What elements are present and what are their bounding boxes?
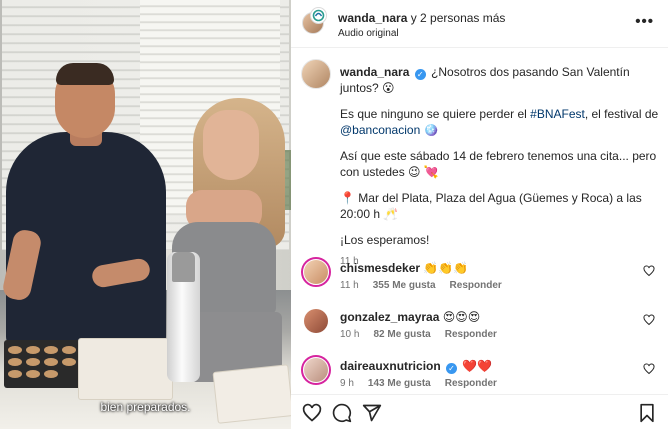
woman-face [203, 110, 259, 180]
author-username[interactable]: wanda_nara [338, 11, 407, 25]
caption-paragraph: , el festival de [584, 107, 659, 121]
comment-avatar[interactable] [301, 306, 331, 336]
author-others[interactable]: y 2 personas más [407, 11, 506, 25]
comments-scroll-area[interactable]: wanda_nara ✓ ¿Nosotros dos pasando San V… [291, 49, 668, 394]
comment-username[interactable]: chismesdeker [340, 261, 420, 275]
share-icon[interactable] [362, 403, 382, 423]
comment-body: ❤️❤️ [462, 359, 493, 373]
caption-paragraph: ¡Los esperamos! [340, 233, 430, 247]
post-panel: wanda_nara y 2 personas más Audio origin… [291, 0, 668, 429]
comment-likes[interactable]: 82 Me gusta [373, 329, 430, 340]
like-comment-heart-icon[interactable] [643, 314, 655, 326]
comment-icon[interactable] [332, 403, 352, 423]
more-horizontal-icon[interactable]: ••• [635, 13, 654, 30]
gift-box [78, 338, 173, 400]
gift-box [212, 364, 291, 424]
comment-body: 😍😍😍 [442, 310, 481, 324]
comment-text: chismesdeker 👏👏👏 [340, 261, 468, 275]
caption-text: wanda_nara ✓ ¿Nosotros dos pasando San V… [340, 64, 660, 270]
heart-icon[interactable] [302, 403, 322, 423]
comment-meta: 9 h 143 Me gusta Responder [340, 378, 511, 389]
video-subtitle: bien preparados. [100, 400, 191, 414]
reply-button[interactable]: Responder [445, 378, 497, 389]
thermos-cap [172, 252, 195, 282]
comment-meta: 11 h 355 Me gusta Responder [340, 280, 516, 291]
bookmark-icon[interactable] [637, 403, 657, 423]
hashtag-link[interactable]: #BNAFest [530, 107, 585, 121]
caption-author-avatar[interactable] [301, 59, 331, 89]
comment-body: 👏👏👏 [423, 261, 469, 275]
comment-avatar[interactable] [301, 355, 331, 385]
comment-username[interactable]: daireauxnutricion [340, 359, 441, 373]
post-authors[interactable]: wanda_nara y 2 personas más [338, 11, 505, 25]
caption-paragraph: Así que este sábado 14 de febrero tenemo… [340, 149, 657, 179]
audio-label[interactable]: Audio original [338, 28, 399, 39]
man-hair [56, 63, 114, 85]
comment-avatar[interactable] [301, 257, 331, 287]
reel-video[interactable]: bien preparados. [0, 0, 291, 429]
post-header: wanda_nara y 2 personas más Audio origin… [291, 0, 668, 48]
comment-meta: 10 h 82 Me gusta Responder [340, 329, 511, 340]
comment-item: daireauxnutricion ✓ ❤️❤️ 9 h 143 Me gusta… [301, 355, 661, 391]
collab-avatar[interactable] [310, 7, 327, 24]
reply-button[interactable]: Responder [450, 280, 502, 291]
comment-likes[interactable]: 355 Me gusta [373, 280, 436, 291]
comment-likes[interactable]: 143 Me gusta [368, 378, 431, 389]
comment-time[interactable]: 10 h [340, 329, 359, 340]
like-comment-heart-icon[interactable] [643, 363, 655, 375]
comment-item: gonzalez_mayraa 😍😍😍 10 h 82 Me gusta Respo… [301, 306, 661, 342]
verified-badge-icon: ✓ [446, 363, 458, 374]
caption-username[interactable]: wanda_nara [340, 65, 409, 79]
like-comment-heart-icon[interactable] [643, 265, 655, 277]
comment-time[interactable]: 9 h [340, 378, 354, 389]
verified-badge-icon: ✓ [414, 69, 426, 80]
post-action-bar [291, 394, 668, 429]
reply-button[interactable]: Responder [445, 329, 497, 340]
comment-text: daireauxnutricion ✓ ❤️❤️ [340, 359, 492, 374]
comment-time[interactable]: 11 h [340, 280, 359, 291]
mention-link[interactable]: @banconacion [340, 123, 420, 137]
caption-paragraph: 📍 Mar del Plata, Plaza del Agua (Güemes … [340, 191, 642, 221]
caption-paragraph: Es que ninguno se quiere perder el [340, 107, 531, 121]
cookie-tray [4, 340, 84, 388]
comment-item: chismesdeker 👏👏👏 11 h 355 Me gusta Respond… [301, 257, 661, 293]
comment-username[interactable]: gonzalez_mayraa [340, 310, 439, 324]
collab-logo-icon [312, 9, 325, 22]
comment-text: gonzalez_mayraa 😍😍😍 [340, 310, 480, 324]
caption-emoji: 🪩 [420, 123, 439, 137]
